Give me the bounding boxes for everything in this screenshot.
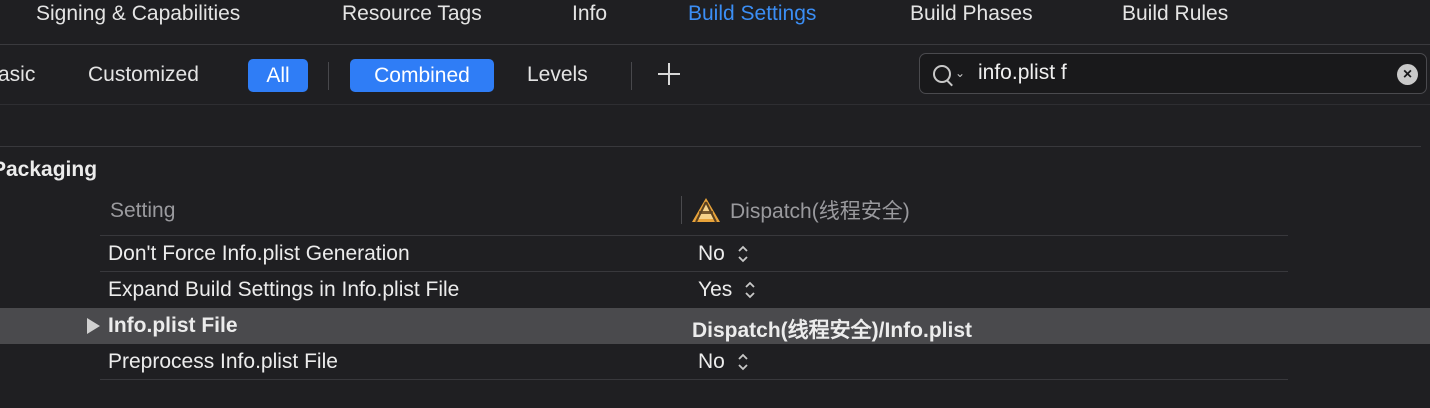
clear-search-icon[interactable]: × [1397,64,1418,85]
table-row[interactable]: Don't Force Info.plist Generation No [0,236,1430,272]
setting-name: Don't Force Info.plist Generation [108,242,410,265]
setting-value[interactable]: Yes [698,278,732,302]
section-title: Packaging [0,158,98,181]
stepper-icon[interactable] [736,243,750,265]
tab-build-settings[interactable]: Build Settings [688,2,816,26]
disclosure-triangle-icon[interactable] [87,318,100,334]
setting-value[interactable]: No [698,350,725,374]
stepper-icon[interactable] [743,279,757,301]
target-name: Dispatch(线程安全) [730,200,910,223]
setting-value[interactable]: Dispatch(线程安全)/Info.plist [692,314,972,344]
setting-name: Preprocess Info.plist File [108,350,338,373]
table-row[interactable]: Expand Build Settings in Info.plist File… [0,272,1430,308]
setting-name: Info.plist File [108,314,238,337]
filter-basic[interactable]: asic [0,63,35,87]
search-icon[interactable] [933,65,951,83]
divider [0,146,1421,147]
tab-build-rules[interactable]: Build Rules [1122,2,1228,26]
chevron-down-icon[interactable]: ⌄ [955,66,965,80]
editor-tab-bar: Signing & Capabilities Resource Tags Inf… [0,0,1430,45]
filter-customized[interactable]: Customized [88,63,199,87]
tab-resource-tags[interactable]: Resource Tags [342,2,482,26]
tab-signing-capabilities[interactable]: Signing & Capabilities [36,2,240,26]
column-divider [681,196,682,224]
filter-separator [328,62,329,90]
add-setting-icon[interactable] [655,60,683,88]
table-row[interactable]: Preprocess Info.plist File No [0,344,1430,380]
column-header-target: Dispatch(线程安全) [690,195,910,225]
setting-name: Expand Build Settings in Info.plist File [108,278,460,301]
column-header-setting: Setting [110,199,176,222]
setting-value[interactable]: No [698,242,725,266]
row-divider [100,379,1288,380]
table-row-selected[interactable]: Info.plist File Dispatch(线程安全)/Info.plis… [0,308,1430,344]
search-input[interactable] [978,60,1378,86]
tab-info[interactable]: Info [572,2,607,26]
search-field[interactable]: ⌄ × [919,53,1427,94]
tab-build-phases[interactable]: Build Phases [910,2,1033,26]
view-combined[interactable]: Combined [350,59,494,92]
app-target-icon [692,198,720,223]
filter-all[interactable]: All [248,59,308,92]
view-levels[interactable]: Levels [527,63,588,87]
view-separator [631,62,632,90]
stepper-icon[interactable] [736,351,750,373]
